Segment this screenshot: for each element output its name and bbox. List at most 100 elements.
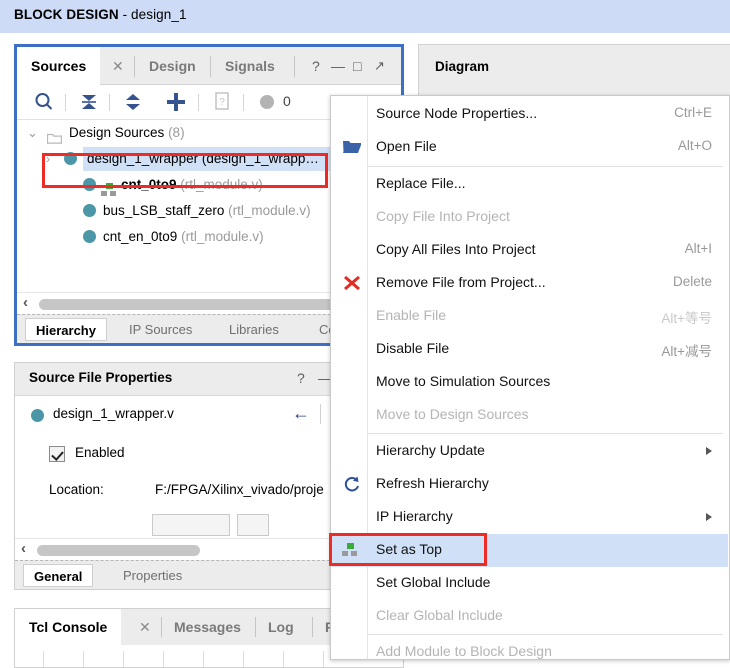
menu-item-set-global-include[interactable]: Set Global Include [332,567,728,600]
selected-source-highlight [42,153,328,188]
submenu-arrow-icon [706,447,712,455]
svg-text:?: ? [219,97,225,108]
status-count: 0 [283,93,291,109]
sfp-button-1[interactable] [152,514,230,536]
menu-item-label: Add Module to Block Design [376,643,552,659]
menu-item-open-file[interactable]: Open File Alt+O [332,131,728,164]
toolbar-divider-4 [243,94,244,111]
sfp-body: Enabled Location: F:/FPGA/Xilinx_vivado/… [15,434,335,539]
menu-item-accelerator: Alt+减号 [661,344,712,359]
sfp-file-name: design_1_wrapper.v [53,406,174,421]
menu-item-accelerator: Alt+I [684,241,712,256]
menu-separator-2 [368,433,723,434]
menu-item-disable-file[interactable]: Disable File Alt+减号 [332,333,728,366]
scrollbar-thumb[interactable] [39,299,339,310]
panel-maximize-button[interactable]: □ [353,47,361,85]
tab-tcl-console-close-icon[interactable]: ✕ [139,609,151,645]
tcl-tb-div-3 [123,651,124,667]
menu-item-label: Disable File [376,340,450,356]
sfp-button-2[interactable] [237,514,269,536]
menu-item-label: Set Global Include [376,574,491,590]
menu-item-enable-file: Enable File Alt+等号 [332,300,728,333]
menu-item-label: Copy All Files Into Project [376,241,536,257]
scroll-left-icon[interactable]: ‹ [21,540,26,557]
menu-item-source-node-properties[interactable]: Source Node Properties... Ctrl+E [332,98,728,131]
tcl-tb-div-6 [243,651,244,667]
report-icon: ? [209,89,235,115]
sources-tabbar: Sources ✕ Design Signals ? — □ ↗ [17,47,401,86]
panel-help-button[interactable]: ? [312,47,320,85]
menu-item-ip-hierarchy[interactable]: IP Hierarchy [332,501,728,534]
tab-libraries[interactable]: Libraries [221,318,287,341]
tab-sources[interactable]: Sources [17,47,101,86]
tab-design[interactable]: Design [135,47,210,85]
set-as-top-highlight [329,533,487,566]
menu-item-label: Refresh Hierarchy [376,475,489,491]
menu-item-label: Remove File from Project... [376,274,546,290]
menu-item-label: Move to Simulation Sources [376,373,551,389]
tab-hierarchy[interactable]: Hierarchy [25,318,107,341]
tab-messages[interactable]: Messages [162,609,253,645]
sfp-horizontal-scrollbar[interactable]: ‹ [15,538,335,561]
menu-item-copy-all-files-into-project[interactable]: Copy All Files Into Project Alt+I [332,234,728,267]
menu-item-accelerator: Alt+等号 [661,311,712,326]
open-folder-icon [342,138,362,156]
back-arrow-icon[interactable]: ← [292,403,310,424]
add-sources-icon[interactable] [163,89,189,115]
menu-item-label: Clear Global Include [376,607,503,623]
tab-ip-sources[interactable]: IP Sources [121,318,200,341]
menu-item-move-to-design-sources: Move to Design Sources [332,399,728,432]
tcl-tb-div-5 [203,651,204,667]
menu-item-remove-file-from-project[interactable]: Remove File from Project... Delete [332,267,728,300]
search-icon[interactable] [31,89,57,115]
tab-log[interactable]: Log [256,609,306,645]
menu-item-refresh-hierarchy[interactable]: Refresh Hierarchy [332,468,728,501]
diagram-panel-title: Diagram [435,59,490,74]
tree-node-label: cnt_en_0to9 (rtl_module.v) [103,229,264,244]
page-title-bold: BLOCK DESIGN [14,7,119,22]
toolbar-divider-3 [198,94,199,111]
menu-item-clear-global-include: Clear Global Include [332,600,728,633]
tcl-tb-div-1 [43,651,44,667]
page-title: BLOCK DESIGN - design_1 [14,7,187,22]
tab-signals[interactable]: Signals [211,47,289,85]
menu-item-accelerator: Ctrl+E [674,105,712,120]
panel-float-button[interactable]: ↗ [374,47,385,85]
location-label: Location: [49,482,104,497]
panel-minimize-button[interactable]: — [331,47,345,85]
menu-item-label: Open File [376,138,437,154]
tab-properties[interactable]: Properties [115,564,190,587]
menu-item-hierarchy-update[interactable]: Hierarchy Update [332,435,728,468]
toolbar-divider-1 [65,94,66,111]
submenu-arrow-icon [706,513,712,521]
sfp-help-button[interactable]: ? [297,370,305,386]
verilog-module-icon [83,230,96,243]
chevron-down-icon[interactable]: ⌄ [27,120,38,146]
menu-item-replace-file[interactable]: Replace File... [332,168,728,201]
menu-item-label: Copy File Into Project [376,208,510,224]
scroll-left-icon[interactable]: ‹ [23,294,28,311]
enabled-label: Enabled [75,445,125,460]
tab-sources-close-icon[interactable]: ✕ [112,47,124,85]
sfp-toolbar-divider [320,404,321,424]
status-dot-icon [254,89,280,115]
menu-item-label: Move to Design Sources [376,406,529,422]
block-design-banner: BLOCK DESIGN - design_1 [0,0,730,33]
collapse-all-icon[interactable] [76,89,102,115]
scrollbar-thumb[interactable] [37,545,200,556]
toolbar-divider-2 [109,94,110,111]
source-context-menu[interactable]: Source Node Properties... Ctrl+E Open Fi… [330,95,730,660]
folder-icon [46,127,63,144]
menu-item-move-to-simulation-sources[interactable]: Move to Simulation Sources [332,366,728,399]
tree-node-label: Design Sources (8) [69,125,185,140]
enabled-checkbox[interactable] [49,446,65,462]
menu-item-copy-file-into-project: Copy File Into Project [332,201,728,234]
menu-item-add-module-to-block-design: Add Module to Block Design [332,636,728,659]
menu-item-accelerator: Delete [672,274,712,289]
tab-tcl-console[interactable]: Tcl Console [15,609,122,646]
expand-collapse-icon[interactable] [120,89,146,115]
sfp-bottom-tabs: General Properties [15,560,335,589]
location-value: F:/FPGA/Xilinx_vivado/proje [155,482,324,497]
menu-separator-3 [368,634,723,635]
tab-general[interactable]: General [23,564,94,587]
